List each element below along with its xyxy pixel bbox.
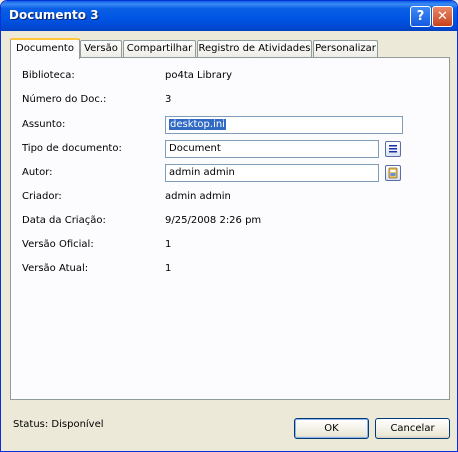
tipo-documento-value: Document bbox=[169, 143, 221, 154]
dialog-window: Documento 3 ? ✕ Documento Versão Compart… bbox=[0, 0, 458, 452]
numero-doc-value: 3 bbox=[165, 94, 172, 105]
autor-label: Autor: bbox=[22, 167, 53, 178]
tipo-documento-list-button[interactable] bbox=[385, 141, 401, 157]
numero-doc-label: Número do Doc.: bbox=[22, 94, 107, 105]
list-icon bbox=[389, 145, 397, 153]
biblioteca-value: po4ta Library bbox=[165, 70, 233, 81]
tipo-documento-field[interactable]: Document bbox=[165, 140, 379, 158]
status-text: Status: Disponível bbox=[13, 419, 104, 430]
versao-atual-value: 1 bbox=[165, 263, 172, 274]
window-title: Documento 3 bbox=[9, 8, 99, 22]
tab-versao[interactable]: Versão bbox=[80, 40, 122, 58]
autor-value: admin admin bbox=[169, 167, 235, 178]
tipo-documento-label: Tipo de documento: bbox=[22, 143, 122, 154]
data-criacao-label: Data da Criação: bbox=[22, 215, 106, 226]
tab-compartilhar[interactable]: Compartilhar bbox=[123, 40, 196, 58]
tab-documento[interactable]: Documento bbox=[10, 38, 80, 59]
close-icon: ✕ bbox=[437, 9, 448, 24]
criador-label: Criador: bbox=[22, 191, 62, 202]
cancel-button[interactable]: Cancelar bbox=[375, 418, 450, 439]
user-picker-icon bbox=[388, 167, 398, 179]
criador-value: admin admin bbox=[165, 191, 231, 202]
tab-registro-atividades[interactable]: Registro de Atividades bbox=[197, 40, 312, 58]
versao-oficial-label: Versão Oficial: bbox=[22, 239, 94, 250]
title-bar[interactable]: Documento 3 ? ✕ bbox=[1, 1, 457, 31]
assunto-input-text: desktop.ini bbox=[169, 119, 226, 130]
versao-oficial-value: 1 bbox=[165, 239, 172, 250]
help-icon: ? bbox=[416, 9, 425, 24]
assunto-input[interactable]: desktop.ini bbox=[165, 116, 403, 134]
close-button[interactable]: ✕ bbox=[432, 6, 453, 27]
assunto-label: Assunto: bbox=[22, 119, 66, 130]
data-criacao-value: 9/25/2008 2:26 pm bbox=[165, 215, 262, 226]
versao-atual-label: Versão Atual: bbox=[22, 263, 89, 274]
tab-personalizar[interactable]: Personalizar bbox=[313, 40, 378, 58]
autor-picker-button[interactable] bbox=[385, 165, 401, 181]
document-panel: Biblioteca: po4ta Library Número do Doc.… bbox=[10, 57, 450, 400]
help-button[interactable]: ? bbox=[410, 6, 431, 27]
tab-strip: Documento Versão Compartilhar Registro d… bbox=[10, 38, 450, 59]
ok-button[interactable]: OK bbox=[294, 418, 369, 439]
autor-field[interactable]: admin admin bbox=[165, 164, 379, 182]
biblioteca-label: Biblioteca: bbox=[22, 70, 75, 81]
